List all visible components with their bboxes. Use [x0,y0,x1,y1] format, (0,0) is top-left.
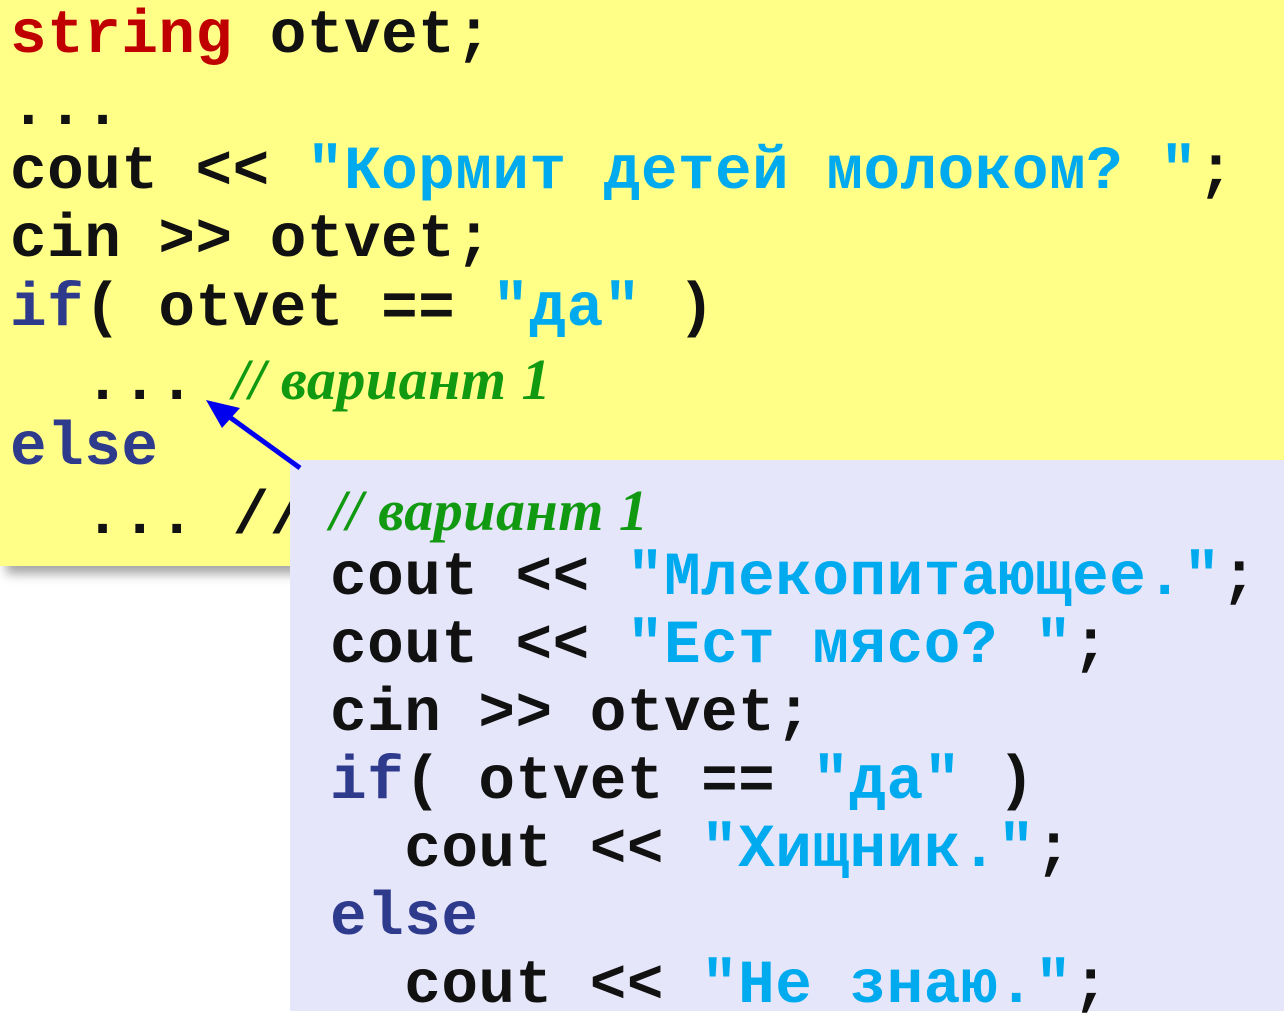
pointer-arrow-icon [206,400,302,471]
arrow-shaft [222,410,302,471]
